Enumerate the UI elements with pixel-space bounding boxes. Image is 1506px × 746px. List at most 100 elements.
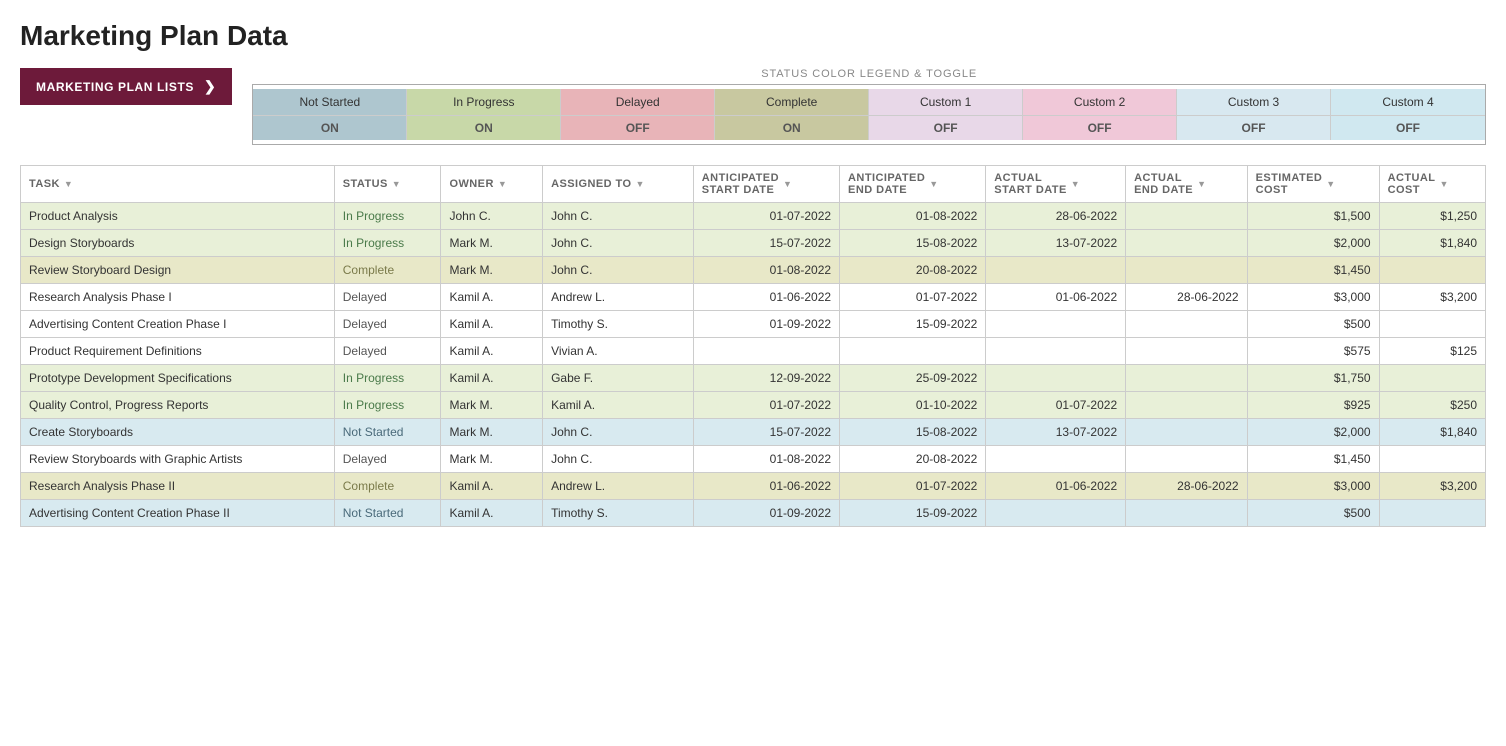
act-start-cell: 13-07-2022 bbox=[986, 230, 1126, 257]
ant-end-cell: 01-10-2022 bbox=[840, 392, 986, 419]
col-header-2[interactable]: OWNER▼ bbox=[441, 166, 543, 203]
filter-icon-3[interactable]: ▼ bbox=[636, 179, 645, 189]
col-header-1[interactable]: STATUS▼ bbox=[334, 166, 441, 203]
col-header-3[interactable]: ASSIGNED TO▼ bbox=[543, 166, 694, 203]
filter-icon-6[interactable]: ▼ bbox=[1071, 179, 1080, 189]
filter-icon-2[interactable]: ▼ bbox=[498, 179, 507, 189]
legend-toggle-2[interactable]: OFF bbox=[561, 116, 715, 140]
legend-toggle-7[interactable]: OFF bbox=[1331, 116, 1485, 140]
legend-header-row: Not StartedIn ProgressDelayedCompleteCus… bbox=[253, 89, 1485, 115]
legend-toggle-6[interactable]: OFF bbox=[1177, 116, 1331, 140]
filter-icon-0[interactable]: ▼ bbox=[64, 179, 73, 189]
act-end-cell bbox=[1126, 392, 1247, 419]
legend-header-0[interactable]: Not Started bbox=[253, 89, 407, 115]
legend-header-6[interactable]: Custom 3 bbox=[1177, 89, 1331, 115]
owner-cell: Mark M. bbox=[441, 392, 543, 419]
legend-header-5[interactable]: Custom 2 bbox=[1023, 89, 1177, 115]
act-cost-cell bbox=[1379, 311, 1485, 338]
owner-cell: Kamil A. bbox=[441, 365, 543, 392]
col-header-6[interactable]: ACTUALSTART DATE▼ bbox=[986, 166, 1126, 203]
act-cost-cell: $3,200 bbox=[1379, 473, 1485, 500]
owner-cell: Mark M. bbox=[441, 419, 543, 446]
act-cost-cell: $1,250 bbox=[1379, 203, 1485, 230]
est-cost-cell: $925 bbox=[1247, 392, 1379, 419]
ant-end-cell: 15-08-2022 bbox=[840, 419, 986, 446]
act-end-cell bbox=[1126, 257, 1247, 284]
act-end-cell bbox=[1126, 500, 1247, 527]
est-cost-cell: $500 bbox=[1247, 500, 1379, 527]
table-row: Research Analysis Phase IICompleteKamil … bbox=[21, 473, 1486, 500]
legend-container: STATUS COLOR LEGEND & TOGGLE Not Started… bbox=[252, 68, 1486, 145]
owner-cell: Mark M. bbox=[441, 446, 543, 473]
owner-cell: Kamil A. bbox=[441, 284, 543, 311]
ant-start-cell: 01-08-2022 bbox=[693, 257, 839, 284]
status-cell: Complete bbox=[334, 257, 441, 284]
task-cell: Prototype Development Specifications bbox=[21, 365, 335, 392]
status-cell: Delayed bbox=[334, 284, 441, 311]
assigned-cell: Gabe F. bbox=[543, 365, 694, 392]
status-cell: Not Started bbox=[334, 500, 441, 527]
filter-icon-7[interactable]: ▼ bbox=[1197, 179, 1206, 189]
task-cell: Review Storyboard Design bbox=[21, 257, 335, 284]
ant-end-cell: 01-07-2022 bbox=[840, 473, 986, 500]
col-header-8[interactable]: ESTIMATEDCOST▼ bbox=[1247, 166, 1379, 203]
status-cell: In Progress bbox=[334, 230, 441, 257]
legend-toggle-3[interactable]: ON bbox=[715, 116, 869, 140]
task-cell: Product Analysis bbox=[21, 203, 335, 230]
ant-start-cell: 01-06-2022 bbox=[693, 284, 839, 311]
filter-icon-8[interactable]: ▼ bbox=[1326, 179, 1335, 189]
table-row: Product Requirement DefinitionsDelayedKa… bbox=[21, 338, 1486, 365]
ant-end-cell: 01-07-2022 bbox=[840, 284, 986, 311]
ant-end-cell: 20-08-2022 bbox=[840, 446, 986, 473]
filter-icon-9[interactable]: ▼ bbox=[1439, 179, 1448, 189]
owner-cell: Kamil A. bbox=[441, 311, 543, 338]
owner-cell: John C. bbox=[441, 203, 543, 230]
ant-end-cell: 15-08-2022 bbox=[840, 230, 986, 257]
status-cell: In Progress bbox=[334, 392, 441, 419]
legend-toggle-5[interactable]: OFF bbox=[1023, 116, 1177, 140]
task-cell: Quality Control, Progress Reports bbox=[21, 392, 335, 419]
filter-icon-1[interactable]: ▼ bbox=[392, 179, 401, 189]
est-cost-cell: $1,450 bbox=[1247, 446, 1379, 473]
ant-start-cell: 01-09-2022 bbox=[693, 311, 839, 338]
act-cost-cell: $125 bbox=[1379, 338, 1485, 365]
col-header-9[interactable]: ACTUALCOST▼ bbox=[1379, 166, 1485, 203]
top-section: MARKETING PLAN LISTS ❯ STATUS COLOR LEGE… bbox=[20, 68, 1486, 145]
est-cost-cell: $1,750 bbox=[1247, 365, 1379, 392]
act-start-cell: 28-06-2022 bbox=[986, 203, 1126, 230]
marketing-plan-lists-button[interactable]: MARKETING PLAN LISTS ❯ bbox=[20, 68, 232, 105]
legend-toggle-0[interactable]: ON bbox=[253, 116, 407, 140]
act-start-cell bbox=[986, 365, 1126, 392]
task-cell: Advertising Content Creation Phase II bbox=[21, 500, 335, 527]
legend-border: Not StartedIn ProgressDelayedCompleteCus… bbox=[252, 84, 1486, 145]
col-header-4[interactable]: ANTICIPATEDSTART DATE▼ bbox=[693, 166, 839, 203]
ant-start-cell: 15-07-2022 bbox=[693, 230, 839, 257]
status-cell: Delayed bbox=[334, 338, 441, 365]
owner-cell: Mark M. bbox=[441, 230, 543, 257]
filter-icon-4[interactable]: ▼ bbox=[783, 179, 792, 189]
legend-header-7[interactable]: Custom 4 bbox=[1331, 89, 1485, 115]
col-header-5[interactable]: ANTICIPATEDEND DATE▼ bbox=[840, 166, 986, 203]
legend-header-4[interactable]: Custom 1 bbox=[869, 89, 1023, 115]
assigned-cell: Timothy S. bbox=[543, 500, 694, 527]
filter-icon-5[interactable]: ▼ bbox=[929, 179, 938, 189]
est-cost-cell: $3,000 bbox=[1247, 284, 1379, 311]
ant-start-cell bbox=[693, 338, 839, 365]
owner-cell: Kamil A. bbox=[441, 473, 543, 500]
legend-toggle-1[interactable]: ON bbox=[407, 116, 561, 140]
task-cell: Research Analysis Phase II bbox=[21, 473, 335, 500]
table-wrapper: TASK▼STATUS▼OWNER▼ASSIGNED TO▼ANTICIPATE… bbox=[20, 165, 1486, 527]
legend-header-2[interactable]: Delayed bbox=[561, 89, 715, 115]
ant-start-cell: 01-08-2022 bbox=[693, 446, 839, 473]
act-start-cell bbox=[986, 338, 1126, 365]
assigned-cell: John C. bbox=[543, 446, 694, 473]
legend-header-3[interactable]: Complete bbox=[715, 89, 869, 115]
chevron-icon: ❯ bbox=[204, 78, 216, 95]
task-cell: Advertising Content Creation Phase I bbox=[21, 311, 335, 338]
legend-header-1[interactable]: In Progress bbox=[407, 89, 561, 115]
col-header-0[interactable]: TASK▼ bbox=[21, 166, 335, 203]
col-header-7[interactable]: ACTUALEND DATE▼ bbox=[1126, 166, 1247, 203]
legend-toggle-4[interactable]: OFF bbox=[869, 116, 1023, 140]
act-end-cell bbox=[1126, 311, 1247, 338]
act-end-cell: 28-06-2022 bbox=[1126, 473, 1247, 500]
